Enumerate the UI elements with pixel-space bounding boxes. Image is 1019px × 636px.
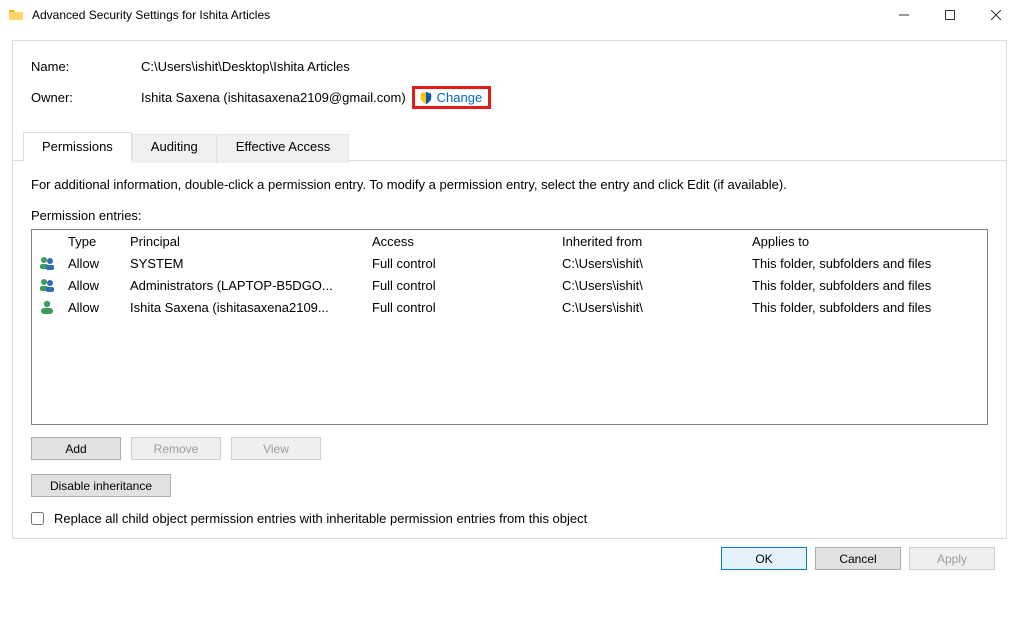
name-label: Name: bbox=[31, 59, 141, 74]
group-icon bbox=[39, 277, 55, 293]
change-owner-highlight: Change bbox=[412, 86, 492, 109]
tab-strip: Permissions Auditing Effective Access bbox=[23, 132, 996, 161]
cell-inherited: C:\Users\ishit\ bbox=[556, 298, 746, 317]
cancel-button[interactable]: Cancel bbox=[815, 547, 901, 570]
owner-value: Ishita Saxena (ishitasaxena2109@gmail.co… bbox=[141, 90, 406, 105]
cell-type: Allow bbox=[62, 298, 124, 317]
col-inherited[interactable]: Inherited from bbox=[556, 230, 746, 253]
table-row[interactable]: Allow Ishita Saxena (ishitasaxena2109...… bbox=[32, 296, 987, 318]
info-text: For additional information, double-click… bbox=[31, 177, 988, 192]
owner-label: Owner: bbox=[31, 90, 141, 105]
cell-principal: SYSTEM bbox=[124, 254, 366, 273]
disable-inheritance-button[interactable]: Disable inheritance bbox=[31, 474, 171, 497]
replace-checkbox[interactable] bbox=[31, 512, 44, 525]
cell-inherited: C:\Users\ishit\ bbox=[556, 276, 746, 295]
col-access[interactable]: Access bbox=[366, 230, 556, 253]
cell-access: Full control bbox=[366, 276, 556, 295]
tab-permissions[interactable]: Permissions bbox=[23, 132, 132, 161]
permission-table[interactable]: Type Principal Access Inherited from App… bbox=[31, 229, 988, 425]
cell-access: Full control bbox=[366, 254, 556, 273]
main-panel: Name: C:\Users\ishit\Desktop\Ishita Arti… bbox=[12, 40, 1007, 539]
titlebar: Advanced Security Settings for Ishita Ar… bbox=[0, 0, 1019, 30]
cell-access: Full control bbox=[366, 298, 556, 317]
col-applies[interactable]: Applies to bbox=[746, 230, 987, 253]
cell-applies: This folder, subfolders and files bbox=[746, 276, 987, 295]
cell-applies: This folder, subfolders and files bbox=[746, 254, 987, 273]
close-button[interactable] bbox=[973, 0, 1019, 30]
table-row[interactable]: Allow SYSTEM Full control C:\Users\ishit… bbox=[32, 252, 987, 274]
maximize-button[interactable] bbox=[927, 0, 973, 30]
tab-effective-access[interactable]: Effective Access bbox=[217, 134, 349, 163]
cell-principal: Administrators (LAPTOP-B5DGO... bbox=[124, 276, 366, 295]
table-header: Type Principal Access Inherited from App… bbox=[32, 230, 987, 252]
view-button: View bbox=[231, 437, 321, 460]
change-owner-link[interactable]: Change bbox=[437, 90, 483, 105]
replace-label: Replace all child object permission entr… bbox=[54, 511, 587, 526]
minimize-button[interactable] bbox=[881, 0, 927, 30]
name-value: C:\Users\ishit\Desktop\Ishita Articles bbox=[141, 59, 350, 74]
cell-type: Allow bbox=[62, 254, 124, 273]
entries-label: Permission entries: bbox=[31, 208, 988, 223]
tab-content: For additional information, double-click… bbox=[13, 160, 1006, 538]
dialog-footer: OK Cancel Apply bbox=[12, 539, 1007, 578]
shield-icon bbox=[419, 91, 433, 105]
cell-type: Allow bbox=[62, 276, 124, 295]
window-title: Advanced Security Settings for Ishita Ar… bbox=[32, 8, 881, 22]
folder-icon bbox=[8, 7, 24, 23]
col-type[interactable]: Type bbox=[62, 230, 124, 253]
tab-auditing[interactable]: Auditing bbox=[132, 134, 217, 163]
col-principal[interactable]: Principal bbox=[124, 230, 366, 253]
ok-button[interactable]: OK bbox=[721, 547, 807, 570]
window-controls bbox=[881, 0, 1019, 30]
cell-principal: Ishita Saxena (ishitasaxena2109... bbox=[124, 298, 366, 317]
group-icon bbox=[39, 255, 55, 271]
add-button[interactable]: Add bbox=[31, 437, 121, 460]
user-icon bbox=[39, 299, 55, 315]
cell-inherited: C:\Users\ishit\ bbox=[556, 254, 746, 273]
apply-button: Apply bbox=[909, 547, 995, 570]
remove-button: Remove bbox=[131, 437, 221, 460]
cell-applies: This folder, subfolders and files bbox=[746, 298, 987, 317]
table-row[interactable]: Allow Administrators (LAPTOP-B5DGO... Fu… bbox=[32, 274, 987, 296]
